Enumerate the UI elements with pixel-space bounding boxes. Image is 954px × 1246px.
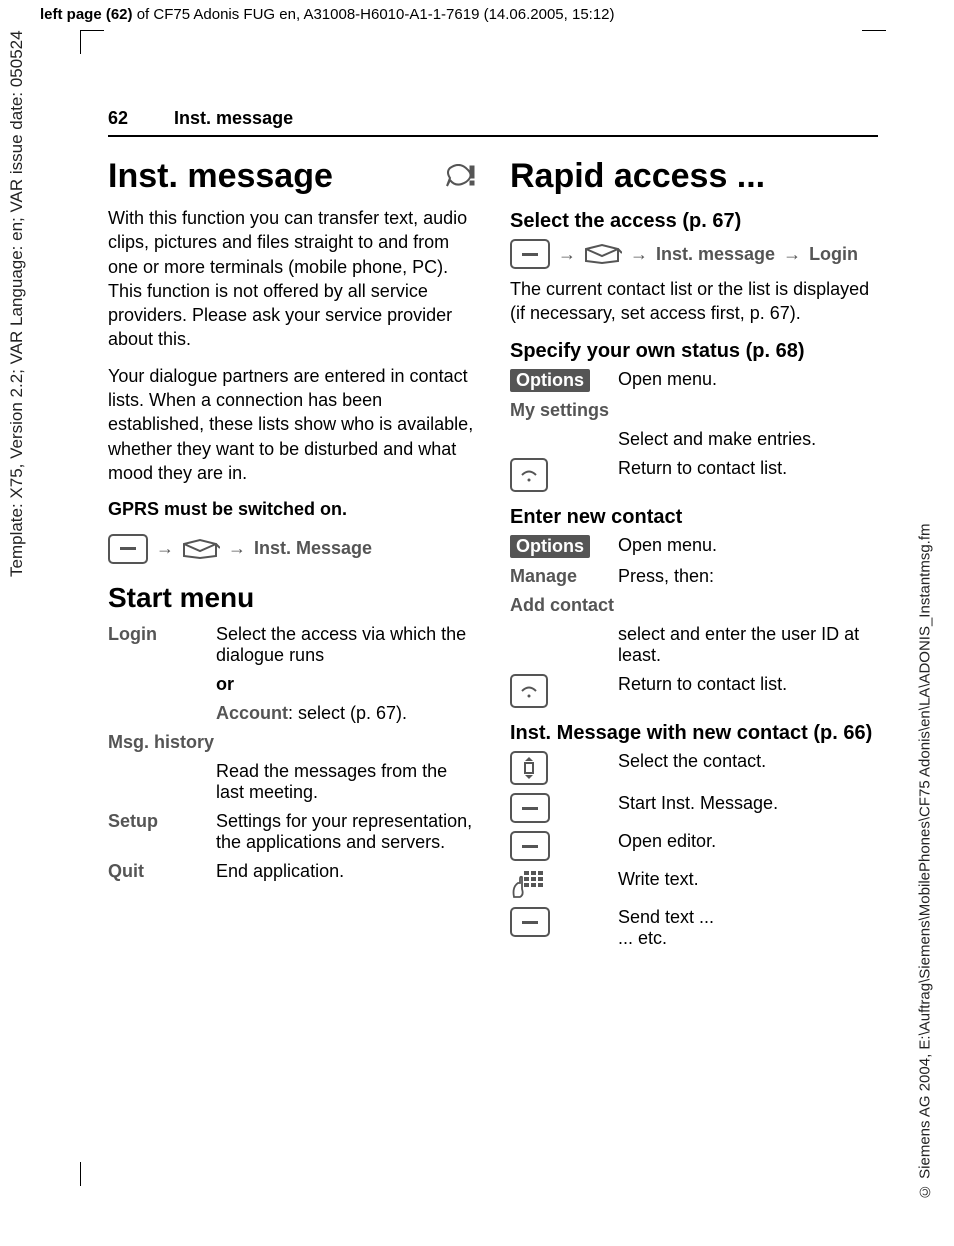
nav-path-login: → → Inst. message → Login <box>510 239 878 269</box>
copyright-sideline: © Siemens AG 2004, E:\Auftrag\Siemens\Mo… <box>912 260 938 1200</box>
options-desc: Open menu. <box>618 369 878 390</box>
mysettings-term: My settings <box>510 400 878 421</box>
h3-select-access: Select the access (p. 67) <box>510 210 878 233</box>
arrow-icon: → <box>228 538 246 559</box>
account-bold: Account <box>216 703 288 723</box>
nav-label-1: Inst. message <box>656 244 775 265</box>
add-contact-desc: select and enter the user ID at least. <box>618 624 878 666</box>
send-text-line1: Send text ... <box>618 907 878 928</box>
mysettings-desc: Select and make entries. <box>618 429 878 450</box>
select-access-desc: The current contact list or the list is … <box>510 277 878 326</box>
manage-term: Manage <box>510 566 610 587</box>
options-button-label: Options <box>510 535 590 558</box>
h3-enter-contact: Enter new contact <box>510 506 878 529</box>
h3-new-contact-msg: Inst. Message with new contact (p. 66) <box>510 722 878 745</box>
softkey-icon <box>510 831 550 861</box>
end-key-icon <box>510 458 548 492</box>
h1-inst-message: Inst. message <box>108 157 476 196</box>
softkey-icon <box>510 793 550 823</box>
keypad-hand-icon <box>510 869 546 899</box>
arrow-icon: → <box>156 538 174 559</box>
term-setup: Setup <box>108 811 208 832</box>
term-login: Login <box>108 624 208 645</box>
template-sideline: Template: X75, Version 2.2; VAR Language… <box>2 30 32 690</box>
step-start-im: Start Inst. Message. <box>618 793 878 814</box>
desc-account: Account: select (p. 67). <box>216 703 476 724</box>
intro-paragraph-2: Your dialogue partners are entered in co… <box>108 364 476 485</box>
nav-scroll-icon <box>510 751 548 785</box>
crop-mark-top-left <box>80 30 104 54</box>
header-rest: of CF75 Adonis FUG en, A31008-H6010-A1-1… <box>133 6 615 23</box>
nav-label: Inst. Message <box>254 538 372 559</box>
return-desc: Return to contact list. <box>618 458 878 479</box>
header-bold: left page (62) <box>40 6 133 23</box>
options-desc: Open menu. <box>618 535 878 556</box>
start-menu-list: Login Select the access via which the di… <box>108 624 476 882</box>
step-select-contact: Select the contact. <box>618 751 878 772</box>
running-head: 62 Inst. message <box>108 108 878 137</box>
softkey-icon <box>108 534 148 564</box>
right-column: Rapid access ... Select the access (p. 6… <box>510 157 878 949</box>
arrow-icon: → <box>630 244 648 265</box>
h1-text: Inst. message <box>108 157 333 196</box>
page-body: 62 Inst. message Inst. message With this… <box>108 108 878 949</box>
term-msg-history: Msg. history <box>108 732 476 753</box>
arrow-icon: → <box>783 244 801 265</box>
softkey-icon <box>510 907 550 937</box>
gprs-note: GPRS must be switched on. <box>108 497 476 521</box>
desc-quit: End application. <box>216 861 476 882</box>
send-text-line2: ... etc. <box>618 928 878 949</box>
nav-label-2: Login <box>809 244 858 265</box>
add-contact-term: Add contact <box>510 595 878 616</box>
nav-path-inst-message: → → Inst. Message <box>108 534 476 564</box>
envelope-icon <box>584 243 622 265</box>
new-contact-steps: Select the contact. Start Inst. Message.… <box>510 751 878 949</box>
page-title: Inst. message <box>174 108 293 129</box>
options-button-label: Options <box>510 369 590 392</box>
production-header: left page (62) of CF75 Adonis FUG en, A3… <box>40 6 615 23</box>
intro-paragraph-1: With this function you can transfer text… <box>108 206 476 352</box>
softkey-icon <box>510 239 550 269</box>
manage-desc: Press, then: <box>618 566 878 587</box>
crop-mark-bottom-left <box>80 1162 104 1186</box>
return-desc: Return to contact list. <box>618 674 878 695</box>
crop-mark-top-right <box>862 30 886 54</box>
step-open-editor: Open editor. <box>618 831 878 852</box>
desc-login: Select the access via which the dialogue… <box>216 624 476 666</box>
envelope-icon <box>182 538 220 560</box>
or-label: or <box>216 674 476 695</box>
instant-message-icon <box>446 164 476 190</box>
step-write-text: Write text. <box>618 869 878 890</box>
account-rest: : select (p. 67). <box>288 703 407 723</box>
h1-text: Rapid access ... <box>510 157 765 196</box>
end-key-icon <box>510 674 548 708</box>
term-quit: Quit <box>108 861 208 882</box>
desc-setup: Settings for your representation, the ap… <box>216 811 476 853</box>
enter-contact-steps: Options Open menu. Manage Press, then: A… <box>510 535 878 708</box>
h2-start-menu: Start menu <box>108 582 476 614</box>
h3-specify-status: Specify your own status (p. 68) <box>510 340 878 363</box>
left-column: Inst. message With this function you can… <box>108 157 476 949</box>
status-steps: Options Open menu. My settings Select an… <box>510 369 878 492</box>
step-send-text: Send text ... ... etc. <box>618 907 878 949</box>
desc-msg-history: Read the messages from the last meeting. <box>216 761 476 803</box>
arrow-icon: → <box>558 244 576 265</box>
page-number: 62 <box>108 108 128 129</box>
h1-rapid-access: Rapid access ... <box>510 157 878 196</box>
